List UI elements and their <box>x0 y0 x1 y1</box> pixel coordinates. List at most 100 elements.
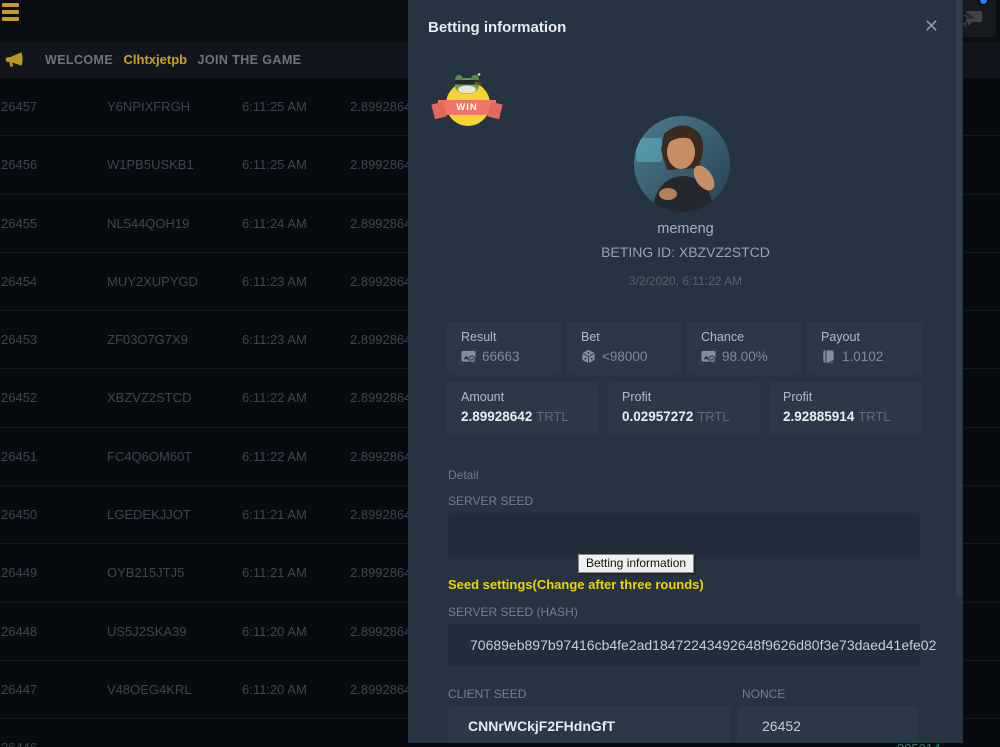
amount-box: Amount 2.89928642 TRTL <box>447 382 599 435</box>
result-icon <box>461 349 476 364</box>
bet-id-cell: 26454 <box>1 253 37 311</box>
nonce-label: NONCE <box>742 687 785 701</box>
bet-name-cell: Y6NPIXFRGH <box>107 78 190 136</box>
amount-box: Profit 2.92885914 TRTL <box>769 382 921 435</box>
stat-box: Bet <98000 <box>567 322 682 375</box>
server-seed-hash-label: SERVER SEED (HASH) <box>448 605 578 619</box>
stat-value: 66663 <box>482 349 520 364</box>
stat-box: Result 66663 <box>447 322 562 375</box>
modal-scrollbar[interactable] <box>956 0 962 598</box>
amount-currency: TRTL <box>858 409 890 424</box>
bet-time-cell: 6:11:22 AM <box>242 428 307 486</box>
bet-amounts-row: Amount 2.89928642 TRTL Profit 0.02957272 T… <box>447 382 921 435</box>
server-seed-hash-input[interactable]: 70689eb897b97416cb4fe2ad18472243492648f9… <box>448 624 920 666</box>
amount-value: 2.89928642 <box>461 409 532 424</box>
stat-box: Chance 98.00% <box>687 322 802 375</box>
stat-label: Result <box>461 330 562 344</box>
bet-id-cell: 26456 <box>1 136 37 194</box>
bet-id-cell: 26451 <box>1 428 37 486</box>
win-badge: WIN <box>438 76 496 130</box>
betting-id: BETING ID: XBZVZ2STCD <box>408 244 963 260</box>
bet-time-cell: 6:11:24 AM <box>242 195 307 253</box>
amount-label: Profit <box>622 390 760 404</box>
betting-info-modal: Betting information ✕ WIN <box>408 0 963 743</box>
bet-id-cell: 26448 <box>1 603 37 661</box>
chance-icon <box>701 349 716 364</box>
bet-id-cell: 26446 <box>1 719 37 747</box>
bet-amount-cell: 2.8992864 <box>350 544 411 602</box>
bet-time-cell: 6:11:21 AM <box>242 486 307 544</box>
bet-name-cell: V48OEG4KRL <box>107 661 192 719</box>
client-seed-input[interactable]: CNNrWCkjF2FHdnGfT <box>448 706 730 743</box>
amount-box: Profit 0.02957272 TRTL <box>608 382 760 435</box>
stat-value: 1.0102 <box>842 349 883 364</box>
stat-value: <98000 <box>602 349 647 364</box>
amount-currency: TRTL <box>697 409 729 424</box>
dice-icon <box>581 349 596 364</box>
bet-id-cell: 26452 <box>1 369 37 427</box>
bet-name-cell: ZF03O7G7X9 <box>107 311 188 369</box>
server-seed-label: SERVER SEED <box>448 494 533 508</box>
bet-name-cell: US5J2SKA39 <box>107 603 187 661</box>
bet-time-cell: 6:11:20 AM <box>242 603 307 661</box>
welcome-message: WELCOME Clhtxjetpb JOIN THE GAME <box>45 42 301 78</box>
frog-icon <box>452 72 484 94</box>
bet-amount-cell: 2.8992864 <box>350 603 411 661</box>
amount-value: 0.02957272 <box>622 409 693 424</box>
amount-label: Amount <box>461 390 599 404</box>
bet-id-cell: 26455 <box>1 195 37 253</box>
bet-time-cell: 6:11:22 AM <box>242 369 307 427</box>
bet-amount-cell: 2.8992864 <box>350 195 411 253</box>
app-root: WELCOME Clhtxjetpb JOIN THE GAME Q 26457… <box>0 0 1000 747</box>
detail-label: Detail <box>448 468 479 482</box>
notification-dot <box>978 0 989 6</box>
bet-amount-cell: 2.8992864 <box>350 253 411 311</box>
win-ribbon: WIN <box>438 100 496 115</box>
menu-icon[interactable] <box>2 3 22 23</box>
welcome-label: WELCOME <box>45 53 113 67</box>
user-avatar <box>634 116 730 212</box>
username: memeng <box>408 221 963 237</box>
bet-time-cell: 6:11:23 AM <box>242 253 307 311</box>
bet-time-cell: 6:11:20 AM <box>242 661 307 719</box>
payout-icon <box>821 349 836 364</box>
bet-time-cell: 6:11:23 AM <box>242 311 307 369</box>
stat-label: Bet <box>581 330 682 344</box>
bet-id-cell: 26449 <box>1 544 37 602</box>
nonce-input[interactable]: 26452 <box>737 706 917 743</box>
bet-id-cell: 26453 <box>1 311 37 369</box>
bet-amount-cell: 2.8992864 <box>350 136 411 194</box>
bet-amount-cell: 2.8992864 <box>350 369 411 427</box>
bet-amount-cell: 2.8992864 <box>350 311 411 369</box>
close-icon[interactable]: ✕ <box>924 17 939 35</box>
amount-label: Profit <box>783 390 921 404</box>
tooltip: Betting information <box>578 554 694 573</box>
amount-currency: TRTL <box>536 409 568 424</box>
bet-timestamp: 3/2/2020, 6:11:22 AM <box>408 274 963 288</box>
bet-amount-cell: 2.8992864 <box>350 428 411 486</box>
bet-id-cell: 26450 <box>1 486 37 544</box>
server-seed-input[interactable] <box>448 513 920 557</box>
welcome-username: Clhtxjetpb <box>124 52 188 67</box>
bet-name-cell: LGEDEKJJOT <box>107 486 191 544</box>
bet-amount-cell: 2.8992864 <box>350 661 411 719</box>
bet-stats-row: Result 66663 Bet <98000 Chance 98.00% Pa… <box>447 322 922 375</box>
bet-id-cell: 26447 <box>1 661 37 719</box>
bet-time-cell: 6:11:21 AM <box>242 544 307 602</box>
bet-amount-cell: 2.8992864 <box>350 486 411 544</box>
seed-settings-label: Seed settings(Change after three rounds) <box>448 577 704 592</box>
stat-label: Payout <box>821 330 922 344</box>
bet-time-cell: 6:11:25 AM <box>242 78 307 136</box>
amount-value: 2.92885914 <box>783 409 854 424</box>
bet-name-cell: W1PB5USKB1 <box>107 136 194 194</box>
bet-name-cell: XBZVZ2STCD <box>107 369 192 427</box>
stat-label: Chance <box>701 330 802 344</box>
bet-name-cell: NL544QOH19 <box>107 195 189 253</box>
join-label: JOIN THE GAME <box>198 53 302 67</box>
bet-time-cell: 6:11:25 AM <box>242 136 307 194</box>
modal-title: Betting information <box>428 19 566 36</box>
bet-name-cell: FC4Q6OM60T <box>107 428 192 486</box>
bet-name-cell: OYB215JTJ5 <box>107 544 184 602</box>
client-seed-label: CLIENT SEED <box>448 687 526 701</box>
megaphone-icon <box>5 50 24 69</box>
